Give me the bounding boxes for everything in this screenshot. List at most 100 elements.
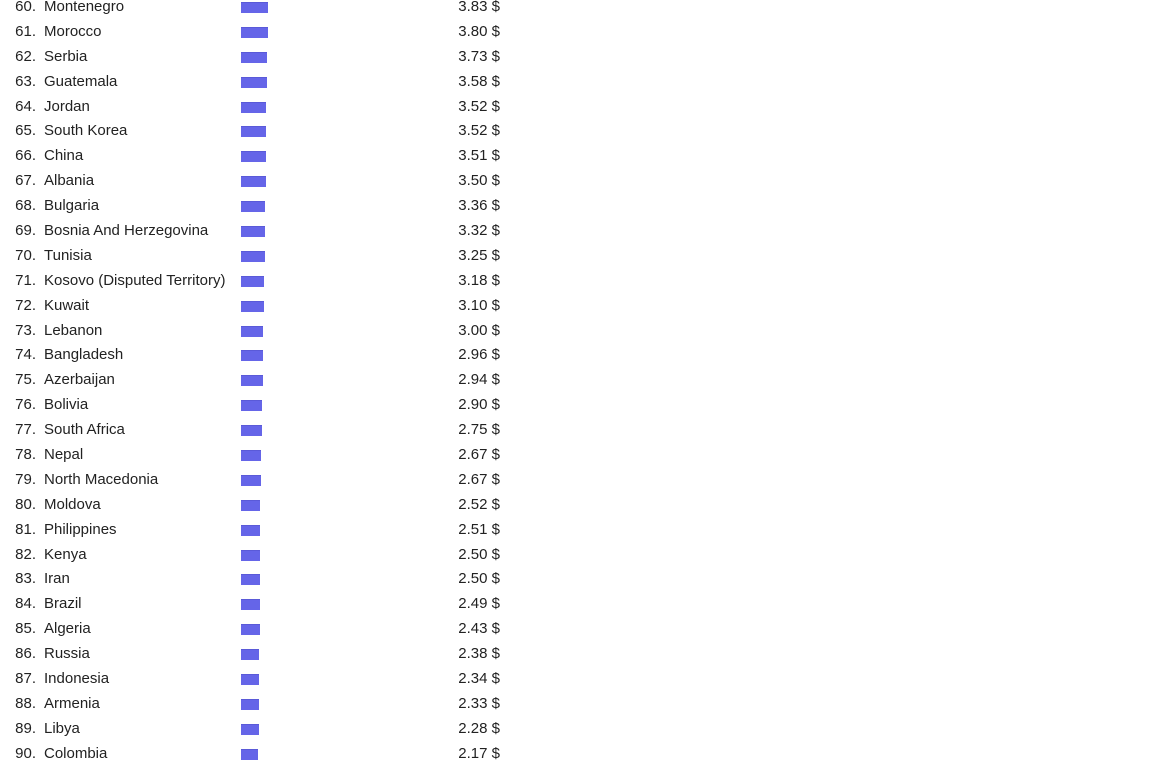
ranking-row[interactable]: 86. Russia 2.38 $ xyxy=(0,642,1152,667)
ranking-row[interactable]: 74. Bangladesh 2.96 $ xyxy=(0,343,1152,368)
ranking-row[interactable]: 72. Kuwait 3.10 $ xyxy=(0,294,1152,319)
price-value: 3.51 $ xyxy=(458,147,500,165)
country-name[interactable]: Guatemala xyxy=(44,70,117,95)
price-value: 3.50 $ xyxy=(458,172,500,190)
value-bar xyxy=(241,201,266,213)
rank-number: 71. xyxy=(15,271,36,289)
country-name[interactable]: Russia xyxy=(44,642,90,667)
ranking-row[interactable]: 69. Bosnia And Herzegovina 3.32 $ xyxy=(0,219,1152,244)
country-name[interactable]: Jordan xyxy=(44,95,90,120)
country-name[interactable]: Indonesia xyxy=(44,667,109,692)
ranking-row[interactable]: 67. Albania 3.50 $ xyxy=(0,169,1152,194)
country-name[interactable]: Armenia xyxy=(44,692,100,717)
country-name[interactable]: Libya xyxy=(44,717,80,742)
country-name[interactable]: Philippines xyxy=(44,518,117,543)
country-name[interactable]: Nepal xyxy=(44,443,83,468)
country-name[interactable]: Bangladesh xyxy=(44,343,123,368)
ranking-row[interactable]: 73. Lebanon 3.00 $ xyxy=(0,319,1152,344)
ranking-row[interactable]: 76. Bolivia 2.90 $ xyxy=(0,393,1152,418)
rank-number: 67. xyxy=(15,172,36,190)
ranking-row[interactable]: 88. Armenia 2.33 $ xyxy=(0,692,1152,717)
country-name[interactable]: North Macedonia xyxy=(44,468,158,493)
ranking-row[interactable]: 84. Brazil 2.49 $ xyxy=(0,592,1152,617)
ranking-row[interactable]: 82. Kenya 2.50 $ xyxy=(0,543,1152,568)
ranking-row[interactable]: 87. Indonesia 2.34 $ xyxy=(0,667,1152,692)
country-name[interactable]: Bosnia And Herzegovina xyxy=(44,219,208,244)
country-name[interactable]: Brazil xyxy=(44,592,82,617)
rank-number: 78. xyxy=(15,446,36,464)
price-value: 3.80 $ xyxy=(458,22,500,40)
country-name[interactable]: Bolivia xyxy=(44,393,88,418)
rank-number: 77. xyxy=(15,421,36,439)
ranking-row[interactable]: 63. Guatemala 3.58 $ xyxy=(0,70,1152,95)
price-value: 2.33 $ xyxy=(458,694,500,712)
country-name[interactable]: South Korea xyxy=(44,119,127,144)
country-name[interactable]: Kosovo (Disputed Territory) xyxy=(44,269,225,294)
rank-number: 84. xyxy=(15,595,36,613)
country-name[interactable]: Algeria xyxy=(44,617,91,642)
ranking-row[interactable]: 70. Tunisia 3.25 $ xyxy=(0,244,1152,269)
price-value: 2.96 $ xyxy=(458,346,500,364)
ranking-row[interactable]: 78. Nepal 2.67 $ xyxy=(0,443,1152,468)
ranking-row[interactable]: 77. South Africa 2.75 $ xyxy=(0,418,1152,443)
rank-number: 82. xyxy=(15,545,36,563)
rank-number: 89. xyxy=(15,719,36,737)
value-bar xyxy=(241,101,267,113)
country-name[interactable]: Bulgaria xyxy=(44,194,99,219)
country-name[interactable]: Colombia xyxy=(44,742,107,767)
ranking-row[interactable]: 90. Colombia 2.17 $ xyxy=(0,742,1152,767)
country-name[interactable]: South Africa xyxy=(44,418,125,443)
price-value: 3.52 $ xyxy=(458,97,500,115)
price-value: 3.83 $ xyxy=(458,0,500,15)
value-bar xyxy=(241,325,263,337)
ranking-row[interactable]: 61. Morocco 3.80 $ xyxy=(0,20,1152,45)
rank-number: 81. xyxy=(15,520,36,538)
value-bar xyxy=(241,26,268,38)
rank-number: 65. xyxy=(15,122,36,140)
value-bar xyxy=(241,51,268,63)
rank-number: 66. xyxy=(15,147,36,165)
ranking-row[interactable]: 71. Kosovo (Disputed Territory) 3.18 $ xyxy=(0,269,1152,294)
ranking-row[interactable]: 62. Serbia 3.73 $ xyxy=(0,45,1152,70)
country-name[interactable]: Azerbaijan xyxy=(44,368,115,393)
country-name[interactable]: Albania xyxy=(44,169,94,194)
ranking-row[interactable]: 83. Iran 2.50 $ xyxy=(0,567,1152,592)
rank-number: 70. xyxy=(15,246,36,264)
price-value: 2.94 $ xyxy=(458,371,500,389)
price-value: 2.51 $ xyxy=(458,520,500,538)
ranking-row[interactable]: 68. Bulgaria 3.36 $ xyxy=(0,194,1152,219)
ranking-row[interactable]: 65. South Korea 3.52 $ xyxy=(0,119,1152,144)
price-value: 2.49 $ xyxy=(458,595,500,613)
country-name[interactable]: Kuwait xyxy=(44,294,89,319)
value-bar xyxy=(241,400,263,412)
value-bar xyxy=(241,151,267,163)
value-bar xyxy=(241,176,267,188)
ranking-row[interactable]: 80. Moldova 2.52 $ xyxy=(0,493,1152,518)
country-name[interactable]: Iran xyxy=(44,567,70,592)
price-value: 2.38 $ xyxy=(458,645,500,663)
ranking-row[interactable]: 81. Philippines 2.51 $ xyxy=(0,518,1152,543)
ranking-row[interactable]: 66. China 3.51 $ xyxy=(0,144,1152,169)
ranking-row[interactable]: 89. Libya 2.28 $ xyxy=(0,717,1152,742)
value-bar xyxy=(241,275,265,287)
value-bar xyxy=(241,599,260,611)
price-value: 2.52 $ xyxy=(458,495,500,513)
country-name[interactable]: Serbia xyxy=(44,45,87,70)
country-name[interactable]: Morocco xyxy=(44,20,102,45)
ranking-row[interactable]: 75. Azerbaijan 2.94 $ xyxy=(0,368,1152,393)
ranking-row[interactable]: 60. Montenegro 3.83 $ xyxy=(0,0,1152,20)
value-bar xyxy=(241,748,258,760)
country-name[interactable]: Tunisia xyxy=(44,244,92,269)
country-name[interactable]: China xyxy=(44,144,83,169)
country-name[interactable]: Lebanon xyxy=(44,319,102,344)
ranking-row[interactable]: 79. North Macedonia 2.67 $ xyxy=(0,468,1152,493)
rank-number: 60. xyxy=(15,0,36,15)
rank-number: 74. xyxy=(15,346,36,364)
country-name[interactable]: Kenya xyxy=(44,543,87,568)
rank-number: 86. xyxy=(15,645,36,663)
country-name[interactable]: Montenegro xyxy=(44,0,124,20)
ranking-row[interactable]: 64. Jordan 3.52 $ xyxy=(0,95,1152,120)
country-name[interactable]: Moldova xyxy=(44,493,101,518)
ranking-row[interactable]: 85. Algeria 2.43 $ xyxy=(0,617,1152,642)
rank-number: 80. xyxy=(15,495,36,513)
